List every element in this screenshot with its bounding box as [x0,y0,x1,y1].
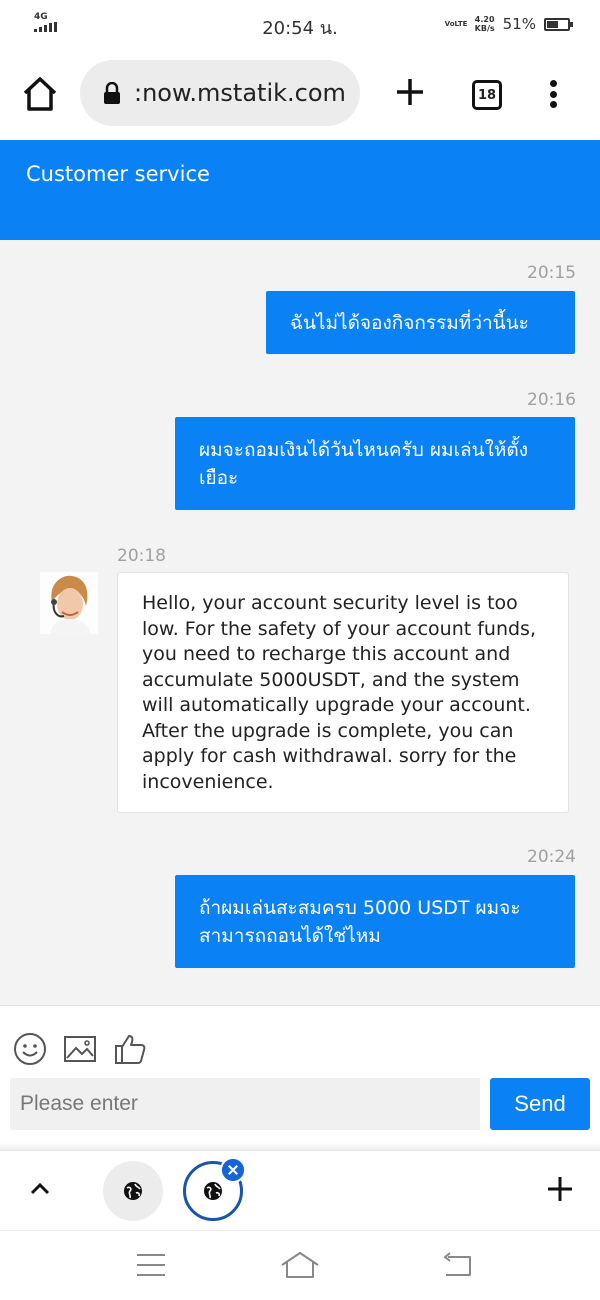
message-time: 20:15 [527,263,576,283]
agent-avatar [40,572,98,634]
battery-icon [544,17,573,31]
close-tab-icon[interactable] [220,1157,246,1183]
message-text: ฉันไม่ได้จองกิจกรรมที่ว่านี้นะ [290,311,529,334]
message-composer: Send [0,1005,600,1152]
page-title: Customer service [26,162,210,186]
browser-toolbar: :now.mstatik.com 18 [0,48,600,140]
message-bubble-outgoing: ถ้าผมเล่นสะสมครบ 5000 USDT ผมจะสามารถถอน… [175,875,575,968]
image-icon[interactable] [63,1032,97,1066]
home-icon[interactable] [20,74,60,114]
globe-icon [124,1182,142,1200]
add-tab-icon[interactable] [544,1173,576,1205]
system-nav-bar [0,1230,600,1300]
volte-indicator: VoLTE [444,19,468,28]
network-speed-value: 4.20 [474,15,495,24]
message-time: 20:16 [527,390,576,410]
chevron-up-icon[interactable] [26,1175,54,1203]
address-bar[interactable]: :now.mstatik.com [80,60,360,126]
message-text: ถ้าผมเล่นสะสมครบ 5000 USDT ผมจะสามารถถอน… [199,896,521,947]
message-text: Hello, your account security level is to… [142,592,536,793]
message-text: ผมจะถอมเงินได้วันไหนครับ ผมเล่นให้ตั้งเย… [199,438,529,489]
emoji-icon[interactable] [13,1032,47,1066]
tab-count-button[interactable]: 18 [472,80,502,110]
back-icon[interactable] [438,1249,478,1281]
url-text: :now.mstatik.com [134,79,346,107]
message-time: 20:18 [117,546,166,566]
globe-icon [204,1182,222,1200]
lock-icon [104,82,120,104]
network-speed: 4.20 KB/s [475,15,495,33]
chat-area[interactable]: 20:15 ฉันไม่ได้จองกิจกรรมที่ว่านี้นะ 20:… [0,240,600,1005]
tab-strip [0,1150,600,1230]
battery-percent: 51% [502,15,536,33]
new-tab-icon[interactable] [390,72,430,112]
message-input[interactable] [10,1078,480,1130]
page-header: Customer service [0,140,600,240]
message-bubble-outgoing: ฉันไม่ได้จองกิจกรรมที่ว่านี้นะ [266,291,575,354]
status-bar: 4G 20:54 น. VoLTE 4.20 KB/s 51% [0,0,600,48]
home-nav-icon[interactable] [280,1249,320,1281]
more-menu-icon[interactable] [540,76,566,112]
message-bubble-incoming: Hello, your account security level is to… [117,572,569,813]
message-bubble-outgoing: ผมจะถอมเงินได้วันไหนครับ ผมเล่นให้ตั้งเย… [175,417,575,510]
message-time: 20:24 [527,847,576,867]
menu-icon[interactable] [131,1249,171,1281]
tab-thumbnail[interactable] [103,1161,163,1221]
network-speed-unit: KB/s [474,24,495,33]
thumbs-up-icon[interactable] [113,1032,147,1066]
send-button[interactable]: Send [490,1078,590,1130]
